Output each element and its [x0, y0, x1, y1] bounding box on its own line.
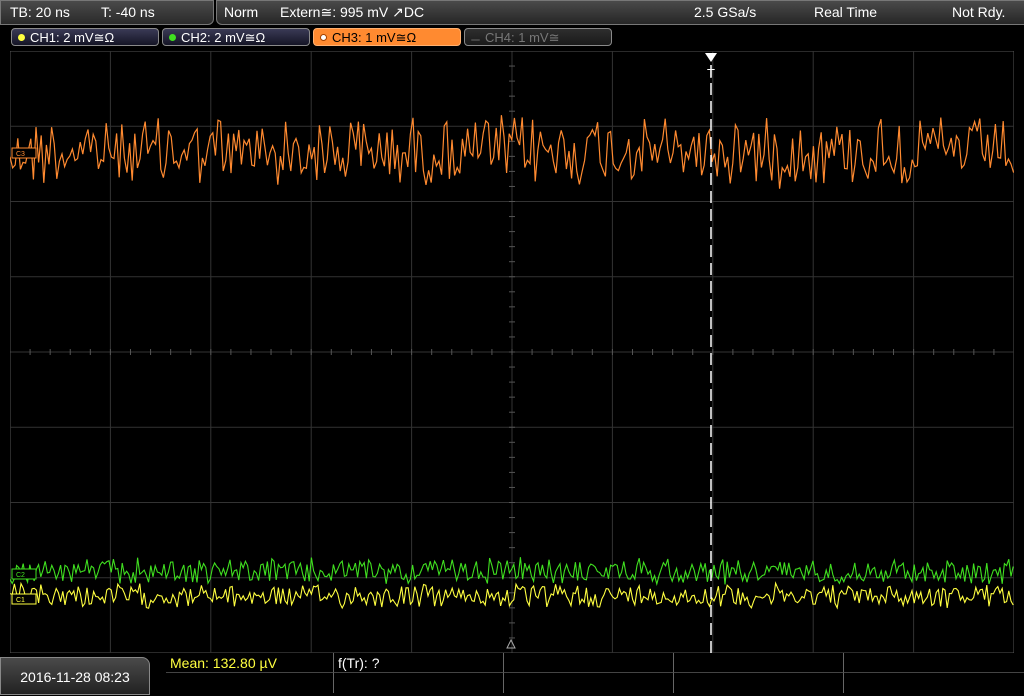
- mean-measurement[interactable]: Mean: 132.80 µV: [166, 653, 334, 673]
- measurement-slot-10[interactable]: [844, 673, 1024, 693]
- measurement-slot-4[interactable]: [674, 653, 844, 673]
- channel-tab-ch1[interactable]: CH1: 2 mV≅Ω: [11, 28, 159, 46]
- ch4-indicator-icon: [471, 39, 480, 41]
- ch4-label: CH4: 1 mV≅: [485, 30, 560, 45]
- measurement-slot-8[interactable]: [504, 673, 674, 693]
- ch1-indicator-icon: [18, 34, 25, 41]
- channel-tab-ch3[interactable]: CH3: 1 mV≅Ω: [313, 28, 461, 46]
- trigger-source-label: Extern≅: 995 mV ↗DC: [280, 4, 425, 20]
- trigger-state-label: Not Rdy.: [952, 4, 1006, 20]
- measurement-slot-9[interactable]: [674, 673, 844, 693]
- timebase-panel[interactable]: TB: 20 ns T: -40 ns: [0, 0, 214, 25]
- acquisition-panel[interactable]: Norm Extern≅: 995 mV ↗DC 2.5 GSa/s Real …: [216, 0, 1024, 25]
- datetime-panel: 2016-11-28 08:23: [0, 657, 150, 695]
- ch3-indicator-icon: [320, 34, 327, 41]
- ch2-label: CH2: 2 mV≅Ω: [181, 30, 266, 45]
- channel-tab-ch4[interactable]: CH4: 1 mV≅: [464, 28, 612, 46]
- ch1-label: CH1: 2 mV≅Ω: [30, 30, 115, 45]
- timebase-label: TB: 20 ns: [10, 4, 70, 20]
- trigger-time-label: T: -40 ns: [101, 4, 155, 20]
- ch3-label: CH3: 1 mV≅Ω: [332, 30, 417, 45]
- ch1-offset-text: C1: [16, 597, 25, 604]
- ch3-offset-text: C3: [16, 151, 25, 158]
- channel-tab-ch2[interactable]: CH2: 2 mV≅Ω: [162, 28, 310, 46]
- measurement-slot-5[interactable]: [844, 653, 1024, 673]
- trigger-mode-label: Norm: [224, 4, 259, 20]
- measurement-slot-6[interactable]: [166, 673, 334, 693]
- status-bar: TB: 20 ns T: -40 ns Norm Extern≅: 995 mV…: [0, 0, 1024, 25]
- sample-rate-label: 2.5 GSa/s: [694, 4, 757, 20]
- ch2-indicator-icon: [169, 34, 176, 41]
- waveform-display[interactable]: T C3 C2 C1: [10, 51, 1014, 653]
- measurement-slot-3[interactable]: [504, 653, 674, 673]
- trigger-marker-label: T: [707, 66, 715, 81]
- datetime-label: 2016-11-28 08:23: [20, 669, 130, 685]
- measurement-panel: Mean: 132.80 µV f(Tr): ?: [166, 653, 1024, 695]
- measurement-slot-7[interactable]: [334, 673, 504, 693]
- ch2-offset-text: C2: [16, 572, 25, 579]
- acquisition-mode-label: Real Time: [814, 4, 878, 20]
- ftr-measurement[interactable]: f(Tr): ?: [334, 653, 504, 673]
